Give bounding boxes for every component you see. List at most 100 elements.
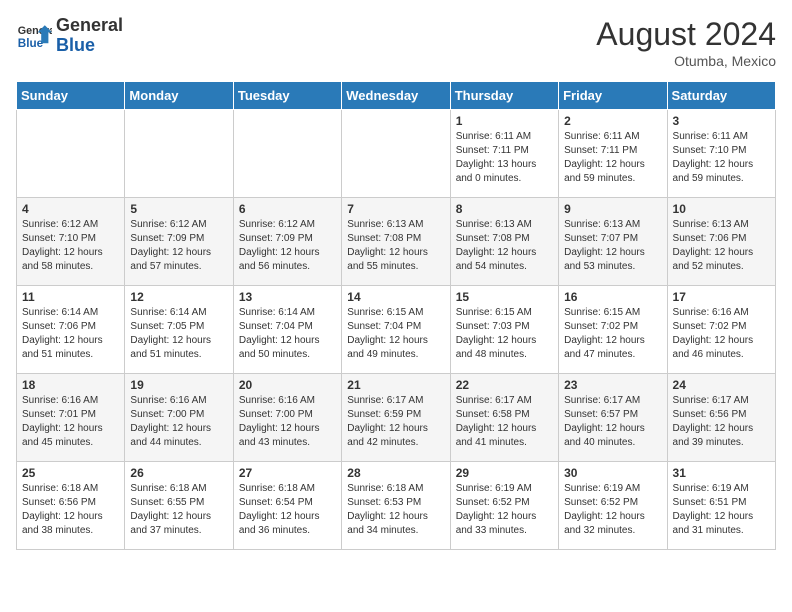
day-number: 14: [347, 290, 444, 304]
location: Otumba, Mexico: [596, 53, 776, 69]
day-info: Sunrise: 6:11 AM Sunset: 7:11 PM Dayligh…: [564, 130, 661, 186]
day-number: 22: [456, 378, 553, 392]
day-cell: [125, 110, 233, 198]
day-info: Sunrise: 6:19 AM Sunset: 6:52 PM Dayligh…: [456, 482, 553, 538]
day-info: Sunrise: 6:16 AM Sunset: 7:01 PM Dayligh…: [22, 394, 119, 450]
day-cell: 13 Sunrise: 6:14 AM Sunset: 7:04 PM Dayli…: [233, 286, 341, 374]
day-info: Sunrise: 6:13 AM Sunset: 7:07 PM Dayligh…: [564, 218, 661, 274]
day-number: 29: [456, 466, 553, 480]
day-info: Sunrise: 6:18 AM Sunset: 6:53 PM Dayligh…: [347, 482, 444, 538]
day-number: 17: [673, 290, 770, 304]
day-info: Sunrise: 6:17 AM Sunset: 6:57 PM Dayligh…: [564, 394, 661, 450]
logo: General Blue General Blue: [16, 16, 123, 56]
day-info: Sunrise: 6:18 AM Sunset: 6:56 PM Dayligh…: [22, 482, 119, 538]
day-number: 1: [456, 114, 553, 128]
day-cell: 30 Sunrise: 6:19 AM Sunset: 6:52 PM Dayli…: [559, 462, 667, 550]
week-row-2: 4 Sunrise: 6:12 AM Sunset: 7:10 PM Daylig…: [17, 198, 776, 286]
header-friday: Friday: [559, 82, 667, 110]
day-info: Sunrise: 6:13 AM Sunset: 7:06 PM Dayligh…: [673, 218, 770, 274]
day-number: 12: [130, 290, 227, 304]
day-cell: 4 Sunrise: 6:12 AM Sunset: 7:10 PM Daylig…: [17, 198, 125, 286]
day-number: 8: [456, 202, 553, 216]
day-info: Sunrise: 6:15 AM Sunset: 7:02 PM Dayligh…: [564, 306, 661, 362]
day-info: Sunrise: 6:18 AM Sunset: 6:55 PM Dayligh…: [130, 482, 227, 538]
title-block: August 2024 Otumba, Mexico: [596, 16, 776, 69]
header-saturday: Saturday: [667, 82, 775, 110]
calendar-table: SundayMondayTuesdayWednesdayThursdayFrid…: [16, 81, 776, 550]
day-info: Sunrise: 6:17 AM Sunset: 6:56 PM Dayligh…: [673, 394, 770, 450]
header-monday: Monday: [125, 82, 233, 110]
day-info: Sunrise: 6:14 AM Sunset: 7:05 PM Dayligh…: [130, 306, 227, 362]
day-info: Sunrise: 6:16 AM Sunset: 7:00 PM Dayligh…: [130, 394, 227, 450]
day-cell: 11 Sunrise: 6:14 AM Sunset: 7:06 PM Dayli…: [17, 286, 125, 374]
day-cell: 9 Sunrise: 6:13 AM Sunset: 7:07 PM Daylig…: [559, 198, 667, 286]
day-number: 15: [456, 290, 553, 304]
day-info: Sunrise: 6:13 AM Sunset: 7:08 PM Dayligh…: [347, 218, 444, 274]
day-info: Sunrise: 6:11 AM Sunset: 7:10 PM Dayligh…: [673, 130, 770, 186]
day-info: Sunrise: 6:15 AM Sunset: 7:03 PM Dayligh…: [456, 306, 553, 362]
day-number: 3: [673, 114, 770, 128]
day-info: Sunrise: 6:13 AM Sunset: 7:08 PM Dayligh…: [456, 218, 553, 274]
day-info: Sunrise: 6:14 AM Sunset: 7:04 PM Dayligh…: [239, 306, 336, 362]
day-number: 10: [673, 202, 770, 216]
day-number: 5: [130, 202, 227, 216]
day-cell: 6Sunrise: 6:12 AM Sunset: 7:09 PM Daylig…: [233, 198, 341, 286]
week-row-3: 11 Sunrise: 6:14 AM Sunset: 7:06 PM Dayli…: [17, 286, 776, 374]
day-cell: 5 Sunrise: 6:12 AM Sunset: 7:09 PM Daylig…: [125, 198, 233, 286]
day-cell: 24Sunrise: 6:17 AM Sunset: 6:56 PM Dayli…: [667, 374, 775, 462]
day-number: 11: [22, 290, 119, 304]
day-number: 26: [130, 466, 227, 480]
day-number: 2: [564, 114, 661, 128]
day-cell: 2 Sunrise: 6:11 AM Sunset: 7:11 PM Daylig…: [559, 110, 667, 198]
day-info: Sunrise: 6:12 AM Sunset: 7:09 PM Dayligh…: [130, 218, 227, 274]
logo-blue: Blue: [56, 35, 95, 55]
day-info: Sunrise: 6:19 AM Sunset: 6:52 PM Dayligh…: [564, 482, 661, 538]
day-number: 16: [564, 290, 661, 304]
day-info: Sunrise: 6:17 AM Sunset: 6:59 PM Dayligh…: [347, 394, 444, 450]
logo-general: General: [56, 15, 123, 35]
day-cell: 21 Sunrise: 6:17 AM Sunset: 6:59 PM Dayli…: [342, 374, 450, 462]
day-number: 27: [239, 466, 336, 480]
day-cell: 18Sunrise: 6:16 AM Sunset: 7:01 PM Dayli…: [17, 374, 125, 462]
day-cell: 8 Sunrise: 6:13 AM Sunset: 7:08 PM Daylig…: [450, 198, 558, 286]
day-cell: 7Sunrise: 6:13 AM Sunset: 7:08 PM Daylig…: [342, 198, 450, 286]
day-cell: 19 Sunrise: 6:16 AM Sunset: 7:00 PM Dayli…: [125, 374, 233, 462]
day-cell: 31Sunrise: 6:19 AM Sunset: 6:51 PM Dayli…: [667, 462, 775, 550]
day-number: 28: [347, 466, 444, 480]
day-number: 31: [673, 466, 770, 480]
day-cell: 15 Sunrise: 6:15 AM Sunset: 7:03 PM Dayli…: [450, 286, 558, 374]
day-cell: [233, 110, 341, 198]
day-cell: 14 Sunrise: 6:15 AM Sunset: 7:04 PM Dayli…: [342, 286, 450, 374]
header-tuesday: Tuesday: [233, 82, 341, 110]
day-info: Sunrise: 6:16 AM Sunset: 7:02 PM Dayligh…: [673, 306, 770, 362]
day-cell: 1Sunrise: 6:11 AM Sunset: 7:11 PM Daylig…: [450, 110, 558, 198]
day-info: Sunrise: 6:12 AM Sunset: 7:09 PM Dayligh…: [239, 218, 336, 274]
day-number: 25: [22, 466, 119, 480]
day-cell: 25 Sunrise: 6:18 AM Sunset: 6:56 PM Dayli…: [17, 462, 125, 550]
day-cell: 22 Sunrise: 6:17 AM Sunset: 6:58 PM Dayli…: [450, 374, 558, 462]
day-info: Sunrise: 6:14 AM Sunset: 7:06 PM Dayligh…: [22, 306, 119, 362]
day-cell: 3 Sunrise: 6:11 AM Sunset: 7:10 PM Daylig…: [667, 110, 775, 198]
logo-icon: General Blue: [16, 18, 52, 54]
day-info: Sunrise: 6:15 AM Sunset: 7:04 PM Dayligh…: [347, 306, 444, 362]
day-info: Sunrise: 6:17 AM Sunset: 6:58 PM Dayligh…: [456, 394, 553, 450]
day-info: Sunrise: 6:12 AM Sunset: 7:10 PM Dayligh…: [22, 218, 119, 274]
week-row-5: 25 Sunrise: 6:18 AM Sunset: 6:56 PM Dayli…: [17, 462, 776, 550]
day-number: 30: [564, 466, 661, 480]
day-number: 4: [22, 202, 119, 216]
day-info: Sunrise: 6:16 AM Sunset: 7:00 PM Dayligh…: [239, 394, 336, 450]
day-number: 21: [347, 378, 444, 392]
day-number: 9: [564, 202, 661, 216]
day-number: 19: [130, 378, 227, 392]
day-number: 13: [239, 290, 336, 304]
calendar-header-row: SundayMondayTuesdayWednesdayThursdayFrid…: [17, 82, 776, 110]
header-sunday: Sunday: [17, 82, 125, 110]
day-cell: 28 Sunrise: 6:18 AM Sunset: 6:53 PM Dayli…: [342, 462, 450, 550]
day-cell: [17, 110, 125, 198]
day-cell: 17 Sunrise: 6:16 AM Sunset: 7:02 PM Dayli…: [667, 286, 775, 374]
header-wednesday: Wednesday: [342, 82, 450, 110]
day-number: 20: [239, 378, 336, 392]
week-row-1: 1 Sunrise: 6:11 AM Sunset: 7:11 PM Daylig…: [17, 110, 776, 198]
week-row-4: 18Sunrise: 6:16 AM Sunset: 7:01 PM Dayli…: [17, 374, 776, 462]
calendar-body: 1 Sunrise: 6:11 AM Sunset: 7:11 PM Daylig…: [17, 110, 776, 550]
